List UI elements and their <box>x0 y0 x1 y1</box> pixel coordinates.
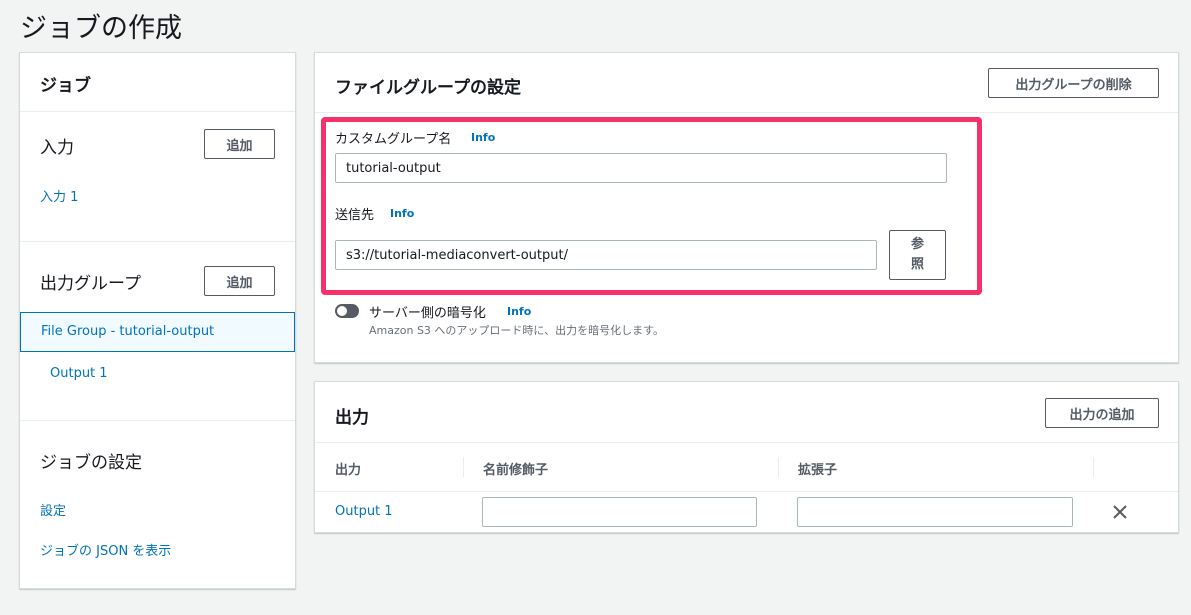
close-icon[interactable] <box>1112 504 1128 520</box>
sidebar-item-output-1[interactable]: Output 1 <box>50 366 108 381</box>
add-input-button[interactable]: 追加 <box>204 129 275 159</box>
sidebar-item-file-group[interactable]: File Group - tutorial-output <box>20 312 295 352</box>
toggle-knob <box>337 306 347 316</box>
divider <box>315 491 1178 492</box>
encryption-info-link[interactable]: Info <box>507 305 531 318</box>
job-navigation-panel: ジョブ 入力 追加 入力 1 出力グループ 追加 File Group - tu… <box>19 52 296 589</box>
sidebar-link-view-json[interactable]: ジョブの JSON を表示 <box>40 540 171 559</box>
highlight-frame <box>321 117 982 295</box>
column-separator <box>1093 457 1094 477</box>
column-header-output: 出力 <box>335 463 362 478</box>
encryption-label: サーバー側の暗号化 <box>369 306 486 321</box>
page-title: ジョブの作成 <box>20 13 182 44</box>
delete-output-group-button[interactable]: 出力グループの削除 <box>988 68 1159 98</box>
divider <box>20 241 295 242</box>
column-separator <box>778 457 779 477</box>
name-modifier-input[interactable] <box>482 497 757 527</box>
add-output-button[interactable]: 出力の追加 <box>1045 398 1159 428</box>
extension-input[interactable] <box>797 497 1073 527</box>
file-group-settings-title: ファイルグループの設定 <box>335 78 521 98</box>
job-panel-header: ジョブ <box>20 53 295 112</box>
sidebar-item-input-1[interactable]: 入力 1 <box>40 186 78 205</box>
divider <box>20 420 295 421</box>
add-output-group-button[interactable]: 追加 <box>204 266 275 296</box>
output-group-section-title: 出力グループ <box>40 274 141 294</box>
job-settings-section-title: ジョブの設定 <box>40 453 142 473</box>
output-row-link[interactable]: Output 1 <box>335 504 393 519</box>
encryption-description: Amazon S3 へのアップロード時に、出力を暗号化します。 <box>369 324 664 337</box>
encryption-toggle[interactable] <box>335 304 359 318</box>
outputs-title: 出力 <box>335 408 369 428</box>
sidebar-link-settings[interactable]: 設定 <box>40 500 66 519</box>
divider <box>315 442 1178 443</box>
divider <box>315 112 1178 113</box>
column-header-extension: 拡張子 <box>798 463 838 478</box>
column-separator <box>463 457 464 477</box>
column-header-name-modifier: 名前修飾子 <box>483 463 549 478</box>
input-section-title: 入力 <box>40 138 74 158</box>
